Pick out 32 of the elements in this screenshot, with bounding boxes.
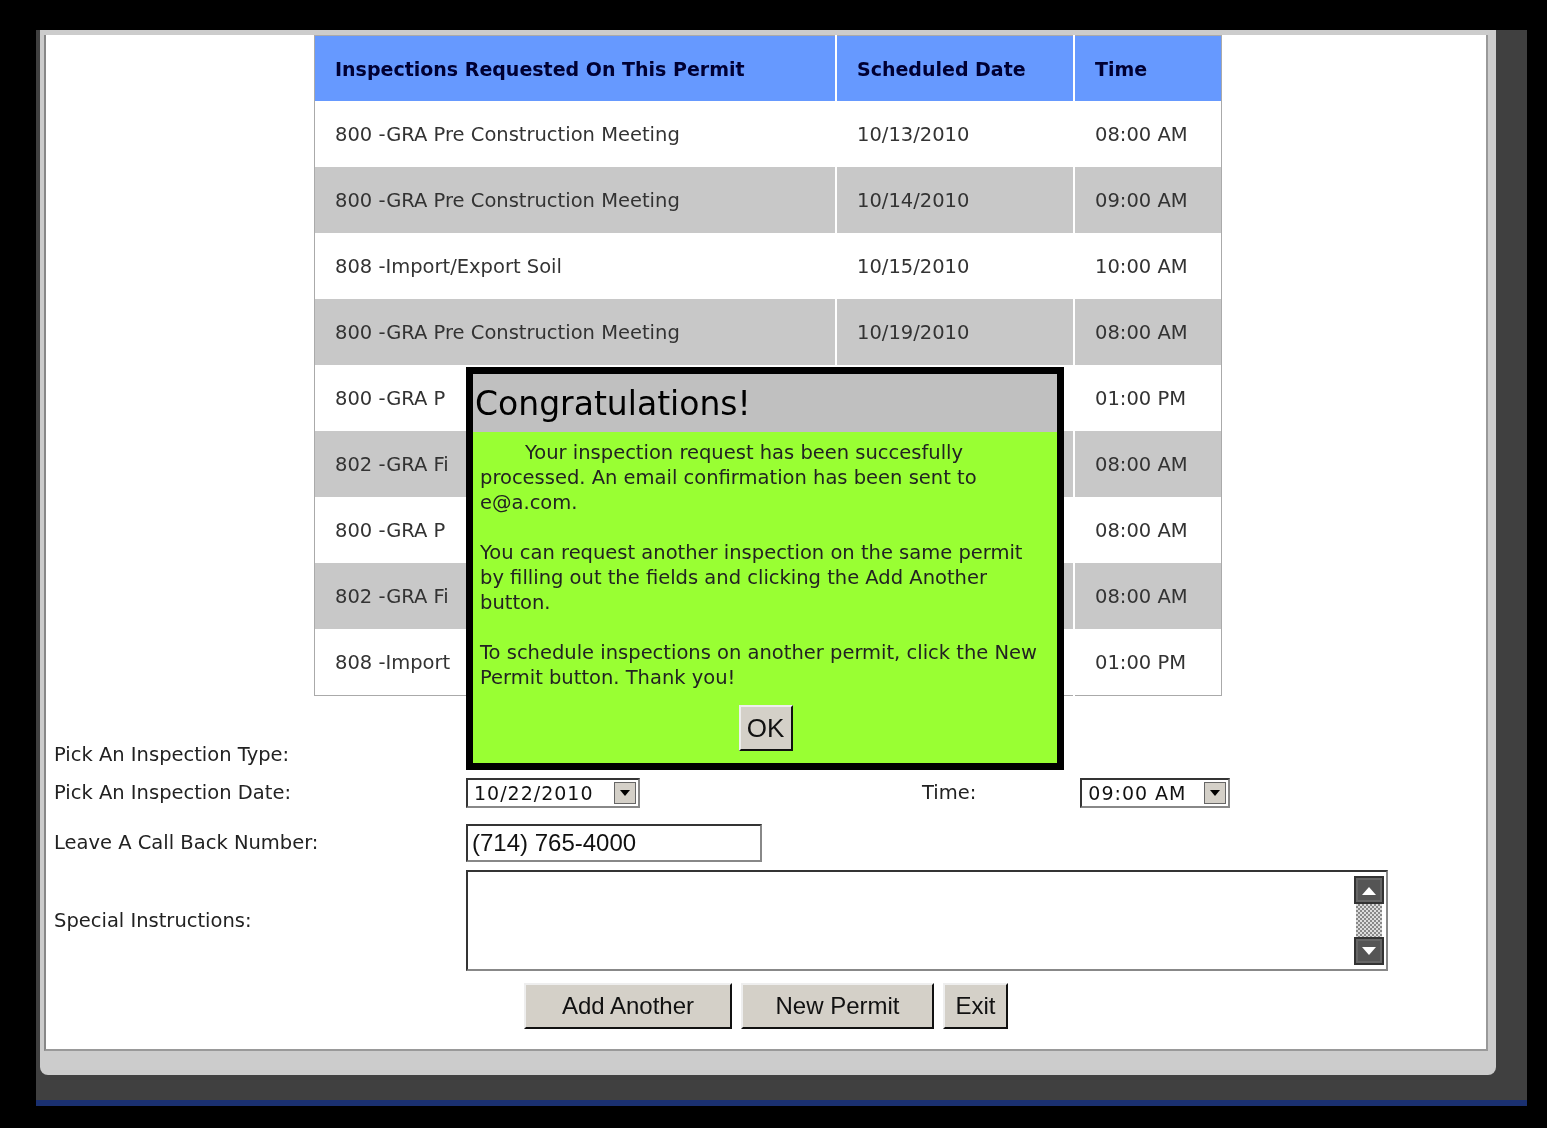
table-cell: 10/14/2010: [836, 167, 1074, 233]
ok-button[interactable]: OK: [738, 705, 793, 751]
scroll-down-button[interactable]: [1354, 937, 1384, 965]
column-header: Time: [1074, 35, 1222, 101]
table-cell: 09:00 AM: [1074, 167, 1222, 233]
table-cell: 01:00 PM: [1074, 629, 1222, 696]
table-cell: 08:00 AM: [1074, 563, 1222, 629]
time-select[interactable]: 09:00 AM: [1080, 777, 1231, 808]
date-select[interactable]: 10/22/2010: [466, 777, 640, 808]
form-button[interactable]: Add Another: [524, 983, 732, 1029]
field-label: Special Instructions:: [54, 909, 253, 932]
table-cell: 08:00 AM: [1074, 497, 1222, 563]
table-cell: 08:00 AM: [1074, 299, 1222, 365]
form-button[interactable]: Exit: [943, 983, 1008, 1029]
table-cell: 08:00 AM: [1074, 101, 1222, 167]
instructions-field[interactable]: [466, 870, 1388, 971]
table-cell: 10/19/2010: [836, 299, 1074, 365]
form-button[interactable]: New Permit: [741, 983, 934, 1029]
scroll-up-button[interactable]: [1354, 876, 1384, 904]
field-label: Pick An Inspection Type:: [54, 742, 291, 766]
field-label: Pick An Inspection Date:: [54, 781, 292, 804]
column-header: Scheduled Date: [836, 35, 1074, 101]
table-cell: 08:00 AM: [1074, 431, 1222, 497]
table-cell: 800 -GRA Pre Construction Meeting: [314, 167, 836, 233]
field-label: Time:: [922, 781, 977, 804]
column-header: Inspections Requested On This Permit: [314, 35, 836, 101]
table-cell: 800 -GRA Pre Construction Meeting: [314, 299, 836, 365]
dialog-title: Congratulations!: [473, 374, 1057, 432]
table-cell: 10:00 AM: [1074, 233, 1222, 299]
field-label: Leave A Call Back Number:: [54, 831, 320, 854]
table-cell: 01:00 PM: [1074, 365, 1222, 431]
phone-field[interactable]: (714) 765-4000: [466, 823, 762, 862]
